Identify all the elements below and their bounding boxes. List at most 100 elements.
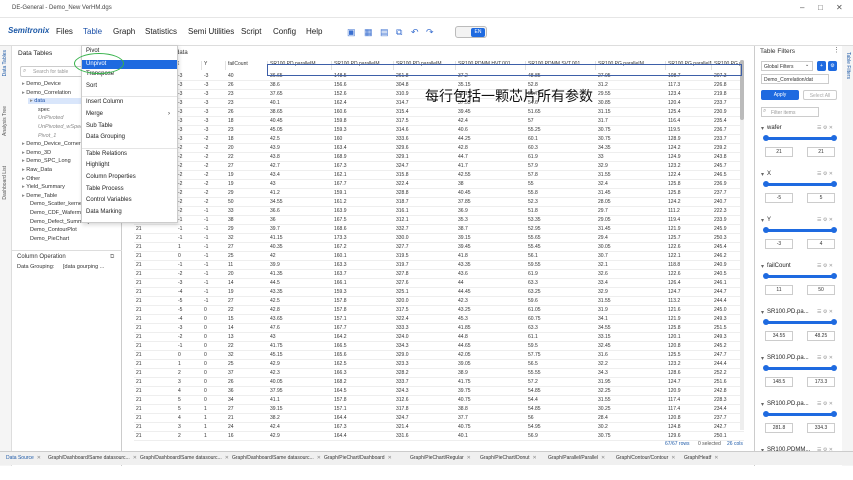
table-cell[interactable]: 14 (226, 324, 268, 332)
table-cell[interactable]: 39.7 (268, 225, 332, 233)
table-cell[interactable]: 121.9 (666, 225, 712, 233)
menu-item-sort[interactable]: Sort (86, 83, 97, 89)
table-cell[interactable]: 126.4 (666, 279, 712, 287)
table-cell[interactable]: -1 (202, 270, 226, 278)
table-cell[interactable]: 235.4 (712, 117, 740, 125)
filter-range-slider[interactable] (763, 181, 837, 187)
filter-field-toggle-icon[interactable]: ▾ (761, 309, 764, 316)
filters-menu-icon[interactable]: ⋮ (833, 46, 840, 54)
table-cell[interactable]: 32.2 (596, 360, 666, 368)
table-cell[interactable]: 317.8 (394, 405, 456, 413)
table-cell[interactable]: 117.4 (666, 396, 712, 404)
table-cell[interactable]: 32.9 (596, 162, 666, 170)
table-cell[interactable]: 32.25 (596, 387, 666, 395)
table-row[interactable]: 21 -4 -1 19 43.35 159.3 325.1 44.45 63.25 32.9 124… (122, 288, 742, 296)
table-cell[interactable]: 22 (226, 342, 268, 350)
table-cell[interactable]: 63.25 (526, 288, 596, 296)
table-cell[interactable]: 319.7 (394, 261, 456, 269)
table-cell[interactable]: 251.6 (712, 378, 740, 386)
table-cell[interactable]: 54.85 (526, 387, 596, 395)
table-cell[interactable]: 39.15 (268, 405, 332, 413)
table-cell[interactable]: 120.8 (666, 414, 712, 422)
filter-max-input[interactable]: 4 (807, 239, 835, 249)
table-cell[interactable]: -2 (202, 153, 226, 161)
filter-min-input[interactable]: 11 (765, 285, 793, 295)
table-row[interactable]: 21 -2 -1 20 41.35 163.7 327.8 43.6 61.9 32.6 122.6… (122, 270, 742, 278)
table-cell[interactable]: 21 (134, 297, 176, 305)
tree-item[interactable]: Demo_ContourPlot (28, 227, 112, 233)
menu-item-column-properties[interactable]: Column Properties (86, 174, 136, 180)
table-cell[interactable]: -2 (176, 270, 202, 278)
grid-column-header[interactable]: failCount (226, 61, 268, 70)
table-cell[interactable]: 124.2 (666, 144, 712, 152)
table-cell[interactable]: 245.7 (712, 162, 740, 170)
table-cell[interactable]: 52.95 (526, 225, 596, 233)
table-cell[interactable]: -3 (202, 81, 226, 89)
table-cell[interactable]: 23 (226, 99, 268, 107)
table-cell[interactable]: 116.4 (666, 117, 712, 125)
table-row[interactable]: 21-2-21943.4162.1315.842.5557.831.55122.… (122, 171, 742, 179)
table-cell[interactable]: 55.25 (526, 126, 596, 134)
table-cell[interactable]: 30.75 (596, 126, 666, 134)
table-cell[interactable]: 31.45 (596, 225, 666, 233)
table-cell[interactable]: 61.9 (526, 153, 596, 161)
table-cell[interactable]: 246.5 (712, 171, 740, 179)
table-cell[interactable]: 333.7 (394, 378, 456, 386)
table-cell[interactable]: 329.0 (394, 351, 456, 359)
table-cell[interactable]: 20 (226, 144, 268, 152)
table-cell[interactable]: 0 (202, 306, 226, 314)
table-cell[interactable]: 42.05 (456, 351, 526, 359)
table-cell[interactable]: 31.2 (596, 81, 666, 89)
slider-max-handle[interactable] (831, 227, 837, 233)
close-icon[interactable]: ✕ (671, 455, 675, 461)
table-cell[interactable]: 21 (134, 387, 176, 395)
table-cell[interactable]: 21 (134, 225, 176, 233)
table-cell[interactable]: 124.9 (666, 153, 712, 161)
table-cell[interactable]: 26 (226, 81, 268, 89)
menu-item-data-marking[interactable]: Data Marking (86, 209, 122, 215)
table-cell[interactable]: 55.8 (526, 189, 596, 197)
table-cell[interactable]: 3 (176, 378, 202, 386)
table-cell[interactable]: 42.3 (456, 297, 526, 305)
table-cell[interactable]: 245.2 (712, 342, 740, 350)
close-icon[interactable]: ✕ (836, 3, 843, 12)
undo-icon[interactable]: ↶ (411, 27, 419, 38)
slider-max-handle[interactable] (831, 273, 837, 279)
menu-table[interactable]: Table (83, 27, 102, 36)
table-cell[interactable]: 30.25 (596, 405, 666, 413)
table-cell[interactable]: 33 (596, 153, 666, 161)
table-cell[interactable]: 42.4 (268, 423, 332, 431)
table-cell[interactable]: 38.8 (456, 405, 526, 413)
table-cell[interactable]: 29 (226, 225, 268, 233)
table-cell[interactable]: 125.4 (666, 108, 712, 116)
table-cell[interactable]: 113.2 (666, 297, 712, 305)
table-cell[interactable]: 312.1 (394, 216, 456, 224)
table-cell[interactable]: -5 (176, 306, 202, 314)
slider-max-handle[interactable] (831, 319, 837, 325)
table-cell[interactable]: 34.1 (596, 315, 666, 323)
menu-script[interactable]: Script (241, 27, 261, 36)
slider-min-handle[interactable] (763, 227, 769, 233)
table-cell[interactable]: 328.2 (394, 369, 456, 377)
table-cell[interactable]: 163.4 (332, 144, 394, 152)
menu-help[interactable]: Help (306, 27, 322, 36)
menu-item-data-grouping[interactable]: Data Grouping (86, 134, 125, 140)
table-row[interactable]: 21 3 0 26 40.05 168.2 333.7 41.75 57.2 31.95 124.7… (122, 378, 742, 386)
table-cell[interactable]: 43.4 (268, 171, 332, 179)
table-cell[interactable]: 21 (134, 342, 176, 350)
table-cell[interactable]: -3 (176, 108, 202, 116)
table-cell[interactable]: 162.5 (332, 360, 394, 368)
slider-min-handle[interactable] (763, 181, 769, 187)
table-cell[interactable]: 31.6 (596, 351, 666, 359)
table-cell[interactable]: 29.55 (596, 90, 666, 98)
table-cell[interactable]: 23 (226, 90, 268, 98)
menu-graph[interactable]: Graph (113, 27, 135, 36)
table-cell[interactable]: 33 (226, 207, 268, 215)
table-cell[interactable]: 21 (134, 234, 176, 242)
table-cell[interactable]: 0 (202, 342, 226, 350)
bottom-tab[interactable]: Graph/Dashboard/Same datasourc... ✕ (140, 455, 229, 461)
tab-dashboard-list[interactable]: Dashboard List (2, 166, 8, 200)
table-cell[interactable]: 160.6 (332, 108, 394, 116)
table-cell[interactable]: -5 (176, 297, 202, 305)
bottom-tab[interactable]: Graph/PieChart/Donut ✕ (480, 455, 537, 461)
